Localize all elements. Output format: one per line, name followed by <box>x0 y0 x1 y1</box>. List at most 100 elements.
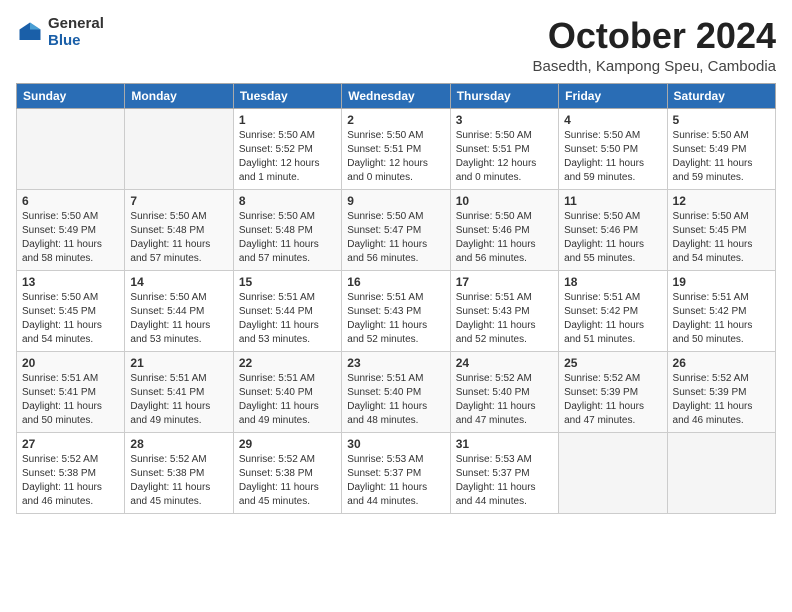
calendar-cell: 20 Sunrise: 5:51 AMSunset: 5:41 PMDayligh… <box>17 351 125 432</box>
day-number: 11 <box>564 194 661 208</box>
week-row-5: 27 Sunrise: 5:52 AMSunset: 5:38 PMDayligh… <box>17 432 776 513</box>
col-header-friday: Friday <box>559 83 667 108</box>
col-header-sunday: Sunday <box>17 83 125 108</box>
day-detail: Sunrise: 5:50 AMSunset: 5:45 PMDaylight:… <box>22 291 119 347</box>
day-number: 16 <box>347 275 444 289</box>
day-number: 1 <box>239 113 336 127</box>
calendar-cell: 13Sunrise: 5:50 AMSunset: 5:45 PMDayligh… <box>17 270 125 351</box>
day-detail: Sunrise: 5:52 AMSunset: 5:38 PMDaylight:… <box>239 453 336 509</box>
day-detail: Sunrise: 5:51 AMSunset: 5:40 PMDaylight:… <box>347 372 444 428</box>
calendar-cell: 27 Sunrise: 5:52 AMSunset: 5:38 PMDayligh… <box>17 432 125 513</box>
day-number: 28 <box>130 437 227 451</box>
logo-text: General Blue <box>48 16 104 49</box>
day-number: 29 <box>239 437 336 451</box>
day-detail: Sunrise: 5:51 AMSunset: 5:43 PMDaylight:… <box>456 291 553 347</box>
day-detail: Sunrise: 5:50 AMSunset: 5:44 PMDaylight:… <box>130 291 227 347</box>
calendar-cell: 21 Sunrise: 5:51 AMSunset: 5:41 PMDayligh… <box>125 351 233 432</box>
logo: General Blue <box>16 16 104 49</box>
col-header-monday: Monday <box>125 83 233 108</box>
day-number: 23 <box>347 356 444 370</box>
day-detail: Sunrise: 5:53 AMSunset: 5:37 PMDaylight:… <box>456 453 553 509</box>
day-number: 19 <box>673 275 770 289</box>
day-detail: Sunrise: 5:50 AMSunset: 5:46 PMDaylight:… <box>564 210 661 266</box>
day-number: 30 <box>347 437 444 451</box>
day-number: 20 <box>22 356 119 370</box>
day-detail: Sunrise: 5:52 AMSunset: 5:39 PMDaylight:… <box>564 372 661 428</box>
day-number: 18 <box>564 275 661 289</box>
calendar-cell: 18 Sunrise: 5:51 AMSunset: 5:42 PMDayligh… <box>559 270 667 351</box>
day-number: 4 <box>564 113 661 127</box>
calendar-cell: 31Sunrise: 5:53 AMSunset: 5:37 PMDayligh… <box>450 432 558 513</box>
calendar-table: SundayMondayTuesdayWednesdayThursdayFrid… <box>16 83 776 514</box>
day-detail: Sunrise: 5:51 AMSunset: 5:42 PMDaylight:… <box>673 291 770 347</box>
col-header-thursday: Thursday <box>450 83 558 108</box>
day-detail: Sunrise: 5:50 AMSunset: 5:52 PMDaylight:… <box>239 129 336 185</box>
day-number: 25 <box>564 356 661 370</box>
calendar-cell: 10Sunrise: 5:50 AMSunset: 5:46 PMDayligh… <box>450 189 558 270</box>
calendar-cell: 23 Sunrise: 5:51 AMSunset: 5:40 PMDayligh… <box>342 351 450 432</box>
header-row: SundayMondayTuesdayWednesdayThursdayFrid… <box>17 83 776 108</box>
location-subtitle: Basedth, Kampong Speu, Cambodia <box>533 58 777 75</box>
calendar-cell: 16Sunrise: 5:51 AMSunset: 5:43 PMDayligh… <box>342 270 450 351</box>
day-number: 7 <box>130 194 227 208</box>
calendar-cell: 4 Sunrise: 5:50 AMSunset: 5:50 PMDaylight… <box>559 108 667 189</box>
calendar-cell: 29 Sunrise: 5:52 AMSunset: 5:38 PMDayligh… <box>233 432 341 513</box>
day-number: 3 <box>456 113 553 127</box>
day-detail: Sunrise: 5:53 AMSunset: 5:37 PMDaylight:… <box>347 453 444 509</box>
calendar-cell <box>559 432 667 513</box>
calendar-cell: 5Sunrise: 5:50 AMSunset: 5:49 PMDaylight… <box>667 108 775 189</box>
col-header-saturday: Saturday <box>667 83 775 108</box>
day-detail: Sunrise: 5:52 AMSunset: 5:38 PMDaylight:… <box>22 453 119 509</box>
logo-icon <box>16 19 44 47</box>
week-row-2: 6 Sunrise: 5:50 AMSunset: 5:49 PMDaylight… <box>17 189 776 270</box>
calendar-cell: 26Sunrise: 5:52 AMSunset: 5:39 PMDayligh… <box>667 351 775 432</box>
calendar-cell: 11 Sunrise: 5:50 AMSunset: 5:46 PMDayligh… <box>559 189 667 270</box>
week-row-1: 1 Sunrise: 5:50 AMSunset: 5:52 PMDaylight… <box>17 108 776 189</box>
col-header-wednesday: Wednesday <box>342 83 450 108</box>
calendar-cell: 22 Sunrise: 5:51 AMSunset: 5:40 PMDayligh… <box>233 351 341 432</box>
page-container: General Blue October 2024 Basedth, Kampo… <box>16 16 776 514</box>
day-detail: Sunrise: 5:50 AMSunset: 5:50 PMDaylight:… <box>564 129 661 185</box>
day-number: 22 <box>239 356 336 370</box>
day-number: 26 <box>673 356 770 370</box>
day-detail: Sunrise: 5:50 AMSunset: 5:46 PMDaylight:… <box>456 210 553 266</box>
header: General Blue October 2024 Basedth, Kampo… <box>16 16 776 75</box>
day-detail: Sunrise: 5:52 AMSunset: 5:38 PMDaylight:… <box>130 453 227 509</box>
calendar-cell: 8 Sunrise: 5:50 AMSunset: 5:48 PMDaylight… <box>233 189 341 270</box>
day-number: 24 <box>456 356 553 370</box>
week-row-4: 20 Sunrise: 5:51 AMSunset: 5:41 PMDayligh… <box>17 351 776 432</box>
day-detail: Sunrise: 5:50 AMSunset: 5:49 PMDaylight:… <box>22 210 119 266</box>
calendar-cell: 12 Sunrise: 5:50 AMSunset: 5:45 PMDayligh… <box>667 189 775 270</box>
day-number: 14 <box>130 275 227 289</box>
day-number: 17 <box>456 275 553 289</box>
day-number: 27 <box>22 437 119 451</box>
day-number: 21 <box>130 356 227 370</box>
day-detail: Sunrise: 5:51 AMSunset: 5:40 PMDaylight:… <box>239 372 336 428</box>
day-detail: Sunrise: 5:50 AMSunset: 5:48 PMDaylight:… <box>130 210 227 266</box>
day-detail: Sunrise: 5:51 AMSunset: 5:41 PMDaylight:… <box>130 372 227 428</box>
day-number: 5 <box>673 113 770 127</box>
day-detail: Sunrise: 5:50 AMSunset: 5:51 PMDaylight:… <box>347 129 444 185</box>
day-detail: Sunrise: 5:50 AMSunset: 5:45 PMDaylight:… <box>673 210 770 266</box>
calendar-cell: 28 Sunrise: 5:52 AMSunset: 5:38 PMDayligh… <box>125 432 233 513</box>
logo-general: General <box>48 16 104 33</box>
day-detail: Sunrise: 5:51 AMSunset: 5:41 PMDaylight:… <box>22 372 119 428</box>
day-number: 6 <box>22 194 119 208</box>
day-number: 8 <box>239 194 336 208</box>
calendar-cell: 25 Sunrise: 5:52 AMSunset: 5:39 PMDayligh… <box>559 351 667 432</box>
day-detail: Sunrise: 5:51 AMSunset: 5:44 PMDaylight:… <box>239 291 336 347</box>
calendar-cell: 6 Sunrise: 5:50 AMSunset: 5:49 PMDaylight… <box>17 189 125 270</box>
calendar-cell <box>17 108 125 189</box>
day-number: 2 <box>347 113 444 127</box>
col-header-tuesday: Tuesday <box>233 83 341 108</box>
day-detail: Sunrise: 5:51 AMSunset: 5:42 PMDaylight:… <box>564 291 661 347</box>
day-detail: Sunrise: 5:50 AMSunset: 5:51 PMDaylight:… <box>456 129 553 185</box>
calendar-cell: 15Sunrise: 5:51 AMSunset: 5:44 PMDayligh… <box>233 270 341 351</box>
calendar-cell: 14 Sunrise: 5:50 AMSunset: 5:44 PMDayligh… <box>125 270 233 351</box>
calendar-cell: 2 Sunrise: 5:50 AMSunset: 5:51 PMDaylight… <box>342 108 450 189</box>
day-detail: Sunrise: 5:50 AMSunset: 5:48 PMDaylight:… <box>239 210 336 266</box>
week-row-3: 13Sunrise: 5:50 AMSunset: 5:45 PMDayligh… <box>17 270 776 351</box>
calendar-cell: 7 Sunrise: 5:50 AMSunset: 5:48 PMDaylight… <box>125 189 233 270</box>
day-number: 12 <box>673 194 770 208</box>
title-block: October 2024 Basedth, Kampong Speu, Camb… <box>533 16 777 75</box>
